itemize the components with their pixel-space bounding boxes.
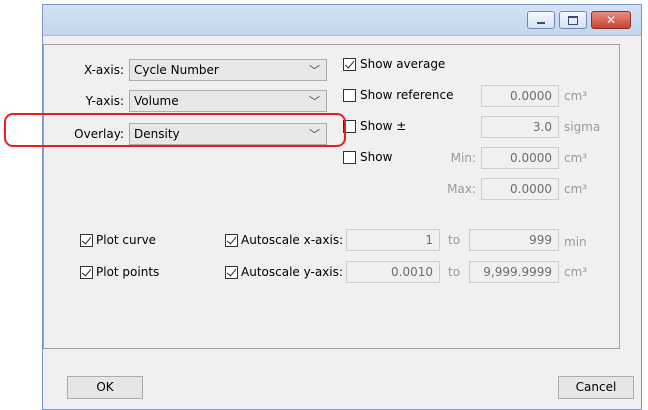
y-axis-select[interactable]: Volume ﹀ bbox=[129, 90, 327, 112]
maximize-icon bbox=[568, 15, 578, 25]
x-axis-label: X-axis: bbox=[83, 63, 124, 77]
x-from-field[interactable]: 1 bbox=[346, 229, 440, 251]
settings-panel: X-axis: Cycle Number ﹀ Y-axis: Volume ﹀ … bbox=[43, 44, 620, 349]
show-average-checkbox[interactable] bbox=[343, 58, 356, 71]
min-label: Min: bbox=[450, 151, 476, 165]
show-reference-checkbox[interactable] bbox=[343, 89, 356, 102]
max-value-field[interactable]: 0.0000 bbox=[481, 178, 559, 200]
autoscale-y-label: Autoscale y-axis: bbox=[241, 265, 343, 279]
x-unit: min bbox=[564, 235, 587, 249]
close-icon: ✕ bbox=[605, 13, 617, 27]
autoscale-y-checkbox[interactable] bbox=[225, 266, 238, 279]
max-unit: cm³ bbox=[564, 182, 588, 196]
plot-curve-checkbox[interactable] bbox=[80, 234, 93, 247]
sigma-unit: sigma bbox=[564, 120, 601, 134]
show-pm-label: Show ± bbox=[360, 119, 407, 133]
minimize-button[interactable] bbox=[527, 11, 555, 29]
x-to-field[interactable]: 999 bbox=[469, 229, 559, 251]
x-axis-value: Cycle Number bbox=[134, 63, 219, 77]
overlay-highlight-annotation bbox=[4, 113, 346, 147]
y-unit: cm³ bbox=[564, 265, 588, 279]
maximize-button[interactable] bbox=[559, 11, 587, 29]
title-bar[interactable]: ✕ bbox=[43, 5, 641, 36]
close-button[interactable]: ✕ bbox=[591, 11, 631, 29]
autoscale-x-label: Autoscale x-axis: bbox=[241, 233, 344, 247]
chevron-down-icon: ﹀ bbox=[309, 95, 320, 108]
show-range-checkbox[interactable] bbox=[343, 151, 356, 164]
show-average-label: Show average bbox=[360, 57, 446, 71]
reference-unit: cm³ bbox=[564, 89, 588, 103]
show-range-label: Show bbox=[360, 150, 393, 164]
min-unit: cm³ bbox=[564, 151, 588, 165]
y-to-field[interactable]: 9,999.9999 bbox=[469, 261, 559, 283]
x-to-label: to bbox=[448, 233, 461, 247]
plot-points-label: Plot points bbox=[96, 265, 160, 279]
y-axis-value: Volume bbox=[134, 94, 179, 108]
min-value-field[interactable]: 0.0000 bbox=[481, 147, 559, 169]
chevron-down-icon: ﹀ bbox=[309, 64, 320, 77]
autoscale-x-checkbox[interactable] bbox=[225, 234, 238, 247]
cancel-button[interactable]: Cancel bbox=[558, 376, 634, 399]
show-reference-label: Show reference bbox=[360, 88, 454, 102]
max-label: Max: bbox=[447, 182, 476, 196]
plot-points-checkbox[interactable] bbox=[80, 266, 93, 279]
y-from-field[interactable]: 0.0010 bbox=[346, 261, 440, 283]
ok-button[interactable]: OK bbox=[67, 376, 143, 399]
y-axis-label: Y-axis: bbox=[85, 94, 124, 108]
y-to-label: to bbox=[448, 265, 461, 279]
plot-curve-label: Plot curve bbox=[96, 233, 157, 247]
reference-value-field[interactable]: 0.0000 bbox=[481, 85, 559, 107]
dialog-window: ✕ X-axis: Cycle Number ﹀ Y-axis: Volume … bbox=[42, 4, 642, 410]
x-axis-select[interactable]: Cycle Number ﹀ bbox=[129, 59, 327, 81]
sigma-value-field[interactable]: 3.0 bbox=[481, 116, 559, 138]
minimize-icon bbox=[537, 21, 545, 24]
